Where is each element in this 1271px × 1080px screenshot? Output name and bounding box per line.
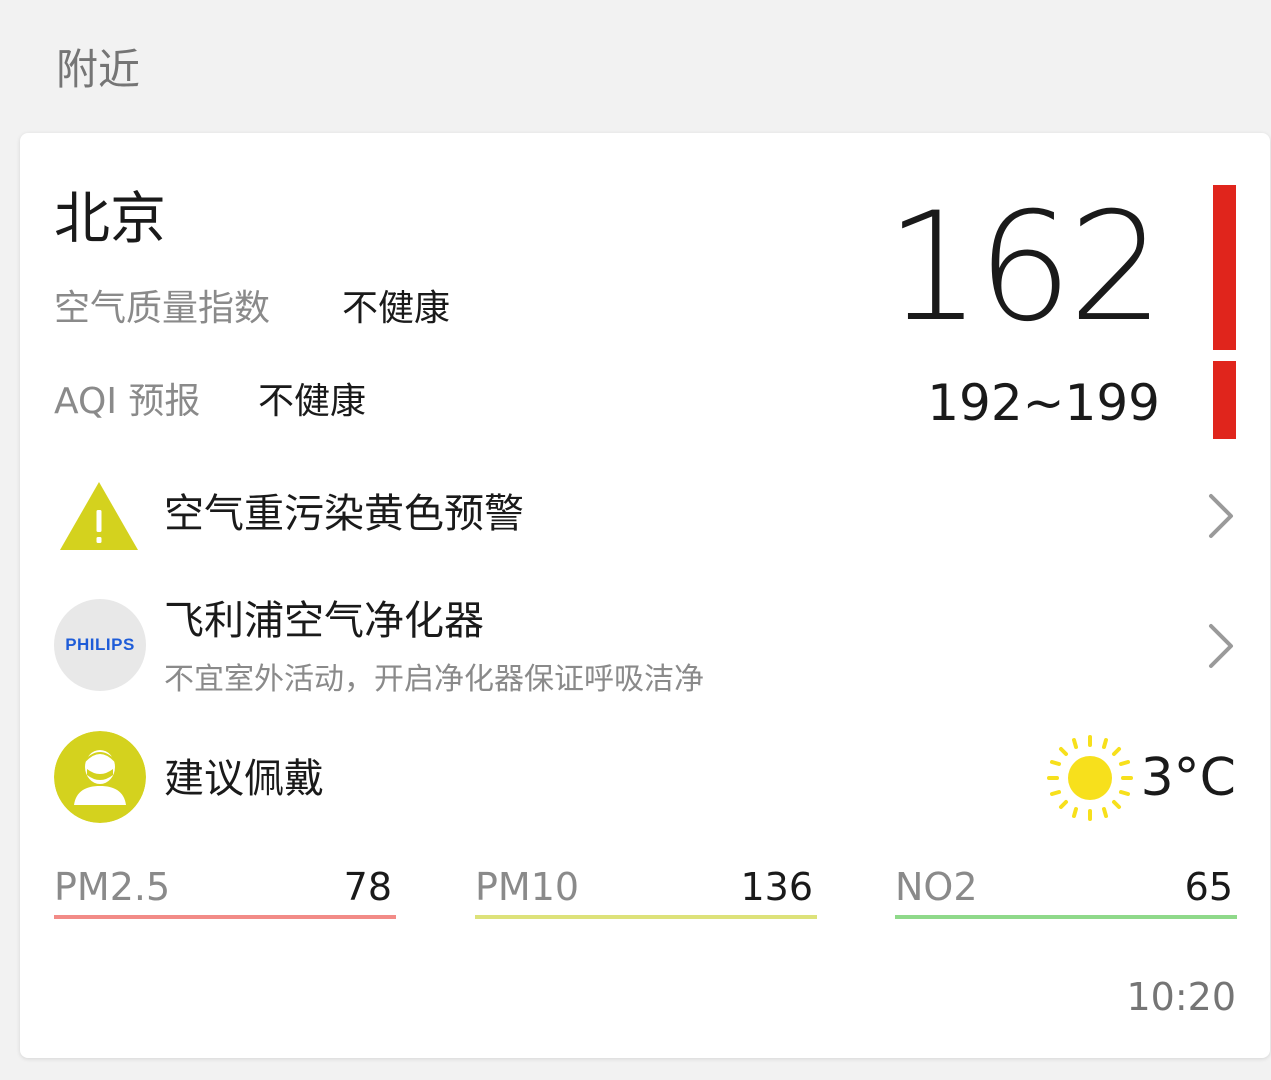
forecast-label: AQI 预报 bbox=[54, 381, 201, 422]
mask-advice: 建议佩戴 bbox=[164, 756, 324, 802]
aqi-level-bar bbox=[1213, 185, 1236, 350]
pollutant-pm25: PM2.5 78 bbox=[54, 861, 396, 919]
purifier-subtitle: 不宜室外活动，开启净化器保证呼吸洁净 bbox=[164, 662, 704, 697]
pollutant-value: 78 bbox=[343, 865, 392, 909]
aqi-label: 空气质量指数 bbox=[54, 288, 271, 329]
update-time: 10:20 bbox=[1126, 975, 1236, 1019]
pollutant-value: 65 bbox=[1184, 865, 1233, 909]
pollutant-underline bbox=[475, 915, 817, 919]
pollutant-name: PM10 bbox=[475, 865, 580, 909]
pollutant-pm10: PM10 136 bbox=[475, 861, 817, 919]
pollutant-underline bbox=[54, 915, 396, 919]
forecast-status: 不健康 bbox=[258, 381, 367, 422]
forecast-range: 192~199 bbox=[927, 374, 1160, 432]
aqi-status: 不健康 bbox=[342, 288, 451, 329]
purifier-row[interactable]: PHILIPS 飞利浦空气净化器 不宜室外活动，开启净化器保证呼吸洁净 bbox=[20, 593, 1270, 713]
pollutant-no2: NO2 65 bbox=[895, 861, 1237, 919]
temperature: 3°C bbox=[1140, 748, 1236, 808]
pollutant-underline bbox=[895, 915, 1237, 919]
chevron-right-icon[interactable] bbox=[1200, 616, 1240, 676]
purifier-title: 飞利浦空气净化器 bbox=[164, 598, 484, 644]
air-quality-card[interactable]: 北京 空气质量指数 不健康 AQI 预报 不健康 162 192~199 空气重… bbox=[20, 133, 1270, 1058]
chevron-right-icon[interactable] bbox=[1200, 486, 1240, 546]
forecast-level-bar bbox=[1213, 361, 1236, 439]
mask-person-icon bbox=[54, 731, 146, 823]
pollutant-name: NO2 bbox=[895, 865, 978, 909]
alert-row[interactable]: 空气重污染黄色预警 bbox=[20, 468, 1270, 568]
section-title: 附近 bbox=[56, 45, 141, 94]
warning-triangle-icon bbox=[60, 482, 138, 550]
philips-logo: PHILIPS bbox=[54, 599, 146, 691]
pollutant-value: 136 bbox=[740, 865, 813, 909]
city-name: 北京 bbox=[54, 187, 166, 252]
alert-title: 空气重污染黄色预警 bbox=[164, 491, 524, 537]
sun-icon bbox=[1047, 735, 1133, 821]
aqi-value: 162 bbox=[885, 181, 1164, 355]
philips-brand-text: PHILIPS bbox=[65, 635, 135, 654]
pollutant-name: PM2.5 bbox=[54, 865, 171, 909]
